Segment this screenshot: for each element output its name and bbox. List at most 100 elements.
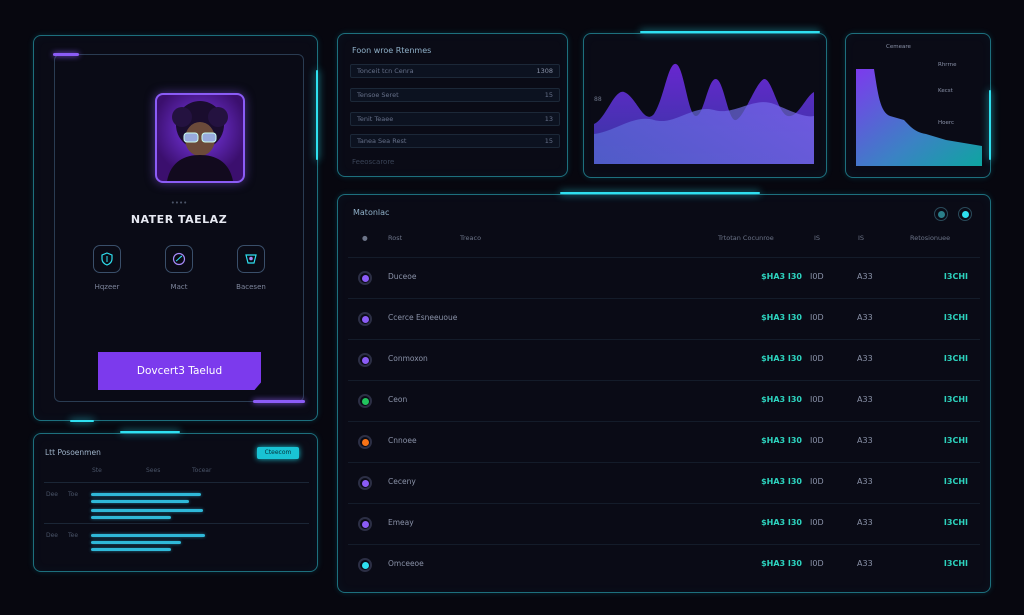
step-chart xyxy=(856,69,982,166)
row-label: Toe xyxy=(68,491,79,498)
table-row[interactable]: Ceon $HA3 I30 I0D A33 I3CHI xyxy=(348,380,980,422)
row-metric: A33 xyxy=(857,395,873,404)
row-name: Ceceny xyxy=(388,477,416,486)
row-status: I3CHI xyxy=(943,518,968,527)
row-value: $HA3 I30 xyxy=(761,518,802,527)
legend-label: Rhrrne xyxy=(938,62,957,68)
column-header[interactable]: Retosionuee xyxy=(910,234,950,242)
corner-accent xyxy=(253,400,305,403)
table-row[interactable]: Conmoxon $HA3 I30 I0D A33 I3CHI xyxy=(348,339,980,381)
table-row[interactable]: Omceeoe $HA3 I30 I0D A33 I3CHI xyxy=(348,544,980,586)
row-metric: A33 xyxy=(857,313,873,322)
glow-accent xyxy=(120,431,180,433)
list-item[interactable]: Tanea Sea Rest 15 xyxy=(350,134,560,148)
table-row[interactable]: Duceoe $HA3 I30 I0D A33 I3CHI xyxy=(348,257,980,299)
column-header[interactable]: IS xyxy=(858,234,864,242)
progress-bar xyxy=(91,500,189,503)
profile-inner-frame: •••• NATER TAELAZ Hqzeer Mact Bacesen Do… xyxy=(53,53,305,403)
list-item[interactable]: Tenit Teaee 13 xyxy=(350,112,560,126)
glow-accent xyxy=(560,192,760,194)
globe-icon xyxy=(172,252,186,266)
action-globe[interactable]: Mact xyxy=(149,245,209,291)
corner-accent xyxy=(53,53,79,56)
divider xyxy=(44,523,309,524)
row-label: Tee xyxy=(68,532,79,539)
table-row[interactable]: Ceceny $HA3 I30 I0D A33 I3CHI xyxy=(348,462,980,504)
wave-chart xyxy=(594,63,814,165)
mini-stats-panel: Ltt Posoenmen Cteecom Ste Sees Tocear De… xyxy=(33,433,318,572)
list-item[interactable]: Tonceit tcn Cenra 1308 xyxy=(350,64,560,78)
row-id: I0D xyxy=(810,354,824,363)
settings-toggle-icon[interactable] xyxy=(958,207,972,221)
row-metric: A33 xyxy=(857,354,873,363)
summary-list-panel: Foon wroe Rtenmes Tonceit tcn Cenra 1308… xyxy=(337,33,568,177)
status-dot-icon[interactable] xyxy=(358,312,372,326)
status-dot-icon[interactable] xyxy=(358,394,372,408)
row-name: Ceon xyxy=(388,395,408,404)
row-value: $HA3 I30 xyxy=(761,436,802,445)
action-icon-box[interactable] xyxy=(93,245,121,273)
column-header[interactable]: IS xyxy=(814,234,820,242)
row-id: I0D xyxy=(810,272,824,281)
list-item-label: Tenit Teaee xyxy=(357,115,394,123)
list-item-label: Tensoe Seret xyxy=(357,91,399,99)
progress-bar xyxy=(91,541,181,544)
row-value: $HA3 I30 xyxy=(761,272,802,281)
list-item-label: Tonceit tcn Cenra xyxy=(357,67,414,75)
status-dot-icon[interactable] xyxy=(358,476,372,490)
row-id: I0D xyxy=(810,477,824,486)
row-name: Emeay xyxy=(388,518,414,527)
action-badge[interactable]: Bacesen xyxy=(221,245,281,291)
row-value: $HA3 I30 xyxy=(761,395,802,404)
row-status: I3CHI xyxy=(943,354,968,363)
select-column-dot[interactable]: ● xyxy=(362,234,368,242)
column-header: Tocear xyxy=(192,467,212,474)
profile-card: •••• NATER TAELAZ Hqzeer Mact Bacesen Do… xyxy=(33,35,318,421)
panel-title: Ltt Posoenmen xyxy=(45,448,101,457)
legend-label: Kecst xyxy=(938,88,953,94)
glow-accent xyxy=(989,90,991,160)
badge-icon xyxy=(245,254,257,264)
status-dot-icon[interactable] xyxy=(358,517,372,531)
panel-title: Foon wroe Rtenmes xyxy=(352,46,432,55)
status-dot-icon[interactable] xyxy=(358,271,372,285)
action-icon-box[interactable] xyxy=(237,245,265,273)
action-label: Hqzeer xyxy=(94,283,120,291)
wave-chart-panel: 88 xyxy=(583,33,827,178)
action-icon-box[interactable] xyxy=(165,245,193,273)
row-metric: A33 xyxy=(857,436,873,445)
table-row[interactable]: Cnnoee $HA3 I30 I0D A33 I3CHI xyxy=(348,421,980,463)
glow-accent xyxy=(316,70,318,160)
status-dot-icon[interactable] xyxy=(358,558,372,572)
user-role: •••• xyxy=(170,199,188,207)
main-table-panel: Matonlac ● Rost Treaco Trtotan Cocunroe … xyxy=(337,194,991,593)
row-name: Cnnoee xyxy=(388,436,417,445)
row-value: $HA3 I30 xyxy=(761,559,802,568)
status-dot-icon[interactable] xyxy=(358,435,372,449)
column-header[interactable]: Treaco xyxy=(460,234,481,242)
column-header: Sees xyxy=(146,467,161,474)
glow-accent xyxy=(70,420,94,422)
progress-bar xyxy=(91,548,171,551)
action-shield[interactable]: Hqzeer xyxy=(77,245,137,291)
filter-toggle-icon[interactable] xyxy=(934,207,948,221)
row-status: I3CHI xyxy=(943,559,968,568)
table-row[interactable]: Emeay $HA3 I30 I0D A33 I3CHI xyxy=(348,503,980,545)
column-header: Ste xyxy=(92,467,102,474)
list-item[interactable]: Tensoe Seret 15 xyxy=(350,88,560,102)
row-value: $HA3 I30 xyxy=(761,354,802,363)
primary-action-button[interactable]: Dovcert3 Taelud xyxy=(98,352,261,390)
list-item-value: 13 xyxy=(544,115,553,123)
legend-label: Hoerc xyxy=(938,120,955,126)
status-dot-icon[interactable] xyxy=(358,353,372,367)
user-name: NATER TAELAZ xyxy=(130,213,228,226)
divider xyxy=(44,482,309,483)
row-metric: A33 xyxy=(857,477,873,486)
row-name: Conmoxon xyxy=(388,354,428,363)
status-badge[interactable]: Cteecom xyxy=(257,447,299,459)
column-header[interactable]: Rost xyxy=(388,234,402,242)
row-label: Dee xyxy=(46,532,59,539)
avatar[interactable] xyxy=(155,93,245,183)
table-row[interactable]: Ccerce Esneeuoue $HA3 I30 I0D A33 I3CHI xyxy=(348,298,980,340)
column-header[interactable]: Trtotan Cocunroe xyxy=(718,234,774,242)
